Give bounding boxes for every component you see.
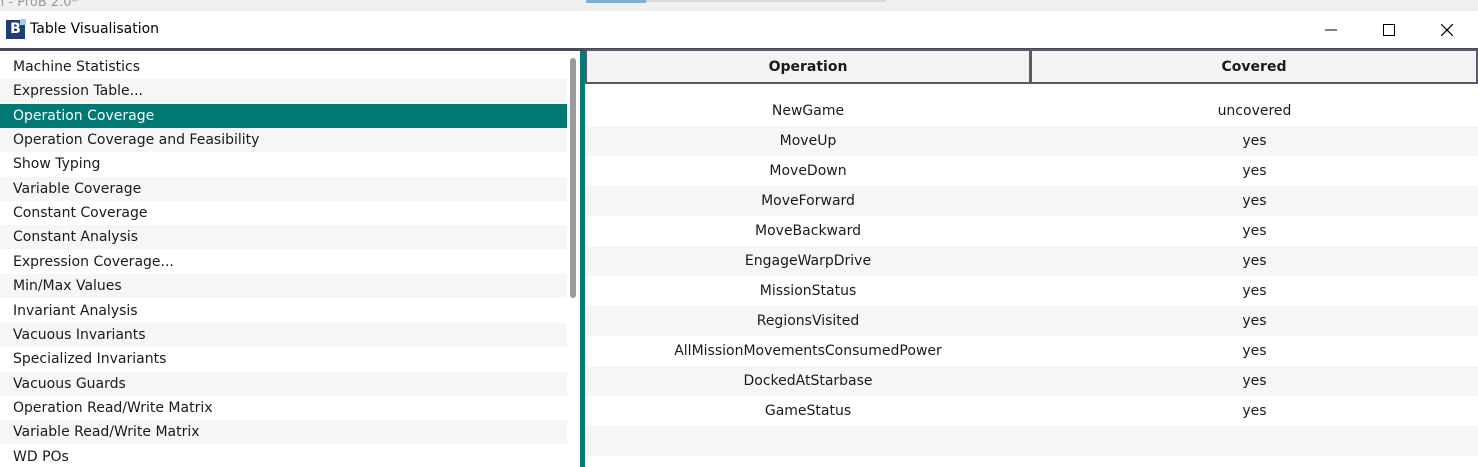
cell-operation: MoveBackward <box>755 223 861 239</box>
table-row[interactable]: MoveBackward yes <box>585 216 1478 246</box>
table-row[interactable]: EngageWarpDrive yes <box>585 246 1478 276</box>
table-row[interactable]: RegionsVisited yes <box>585 306 1478 336</box>
sidebar-item[interactable]: Variable Coverage <box>0 176 567 201</box>
background-tab-bar <box>646 0 886 2</box>
sidebar-item[interactable]: Vacuous Guards <box>0 371 567 396</box>
table-row[interactable]: MoveDown yes <box>585 156 1478 186</box>
cell-operation: DockedAtStarbase <box>743 373 873 389</box>
list-scrollbar[interactable] <box>567 51 580 467</box>
result-table: Operation Covered NewGame uncovered MoveUp… <box>585 49 1478 467</box>
cell-covered: yes <box>1242 403 1267 419</box>
sidebar-item[interactable]: Machine Statistics <box>0 55 567 79</box>
sidebar-item[interactable]: Variable Read/Write Matrix <box>0 420 567 445</box>
sidebar-item[interactable]: Specialized Invariants <box>0 347 567 371</box>
background-window-strip: n - ProB 2.0* <box>0 0 1478 11</box>
sidebar-item[interactable]: Operation Coverage and Feasibility <box>0 128 567 153</box>
cell-covered: yes <box>1242 373 1267 389</box>
column-header-covered[interactable]: Covered <box>1030 49 1478 84</box>
table-row[interactable]: NewGame uncovered <box>585 96 1478 126</box>
sidebar-item[interactable]: Show Typing <box>0 152 567 176</box>
cell-covered: yes <box>1242 133 1267 149</box>
cell-operation: NewGame <box>771 103 845 119</box>
title-bar[interactable]: B Table Visualisation <box>0 11 1478 48</box>
cell-covered: yes <box>1242 313 1267 329</box>
cell-operation: MissionStatus <box>759 283 857 299</box>
background-window-title: n - ProB 2.0* <box>0 0 79 10</box>
background-tab <box>586 0 646 3</box>
sidebar-item[interactable]: WD POs <box>0 445 567 467</box>
sidebar-item[interactable]: Operation Read/Write Matrix <box>0 396 567 420</box>
cell-operation: MoveForward <box>761 193 855 209</box>
table-row-empty <box>585 426 1478 456</box>
sidebar-item[interactable]: Constant Coverage <box>0 201 567 225</box>
table-row[interactable]: MoveForward yes <box>585 186 1478 216</box>
table-row[interactable]: MoveUp yes <box>585 126 1478 156</box>
table-row[interactable]: MissionStatus yes <box>585 276 1478 306</box>
prob-app-icon: B <box>6 19 26 39</box>
table-row[interactable]: AllMissionMovementsConsumedPower yes <box>585 336 1478 366</box>
minimize-icon <box>1325 29 1337 30</box>
cell-covered: yes <box>1242 163 1267 179</box>
table-visualisation-window: B Table Visualisation Machine Statistics… <box>0 11 1478 467</box>
maximize-button[interactable] <box>1360 11 1418 48</box>
sidebar-item[interactable]: Min/Max Values <box>0 274 567 299</box>
cell-operation: RegionsVisited <box>756 313 860 329</box>
cell-covered: yes <box>1242 193 1267 209</box>
sidebar-item[interactable]: Expression Coverage... <box>0 250 567 274</box>
sidebar-item[interactable]: Operation Coverage <box>0 103 567 128</box>
scrollbar-thumb[interactable] <box>570 58 576 298</box>
cell-covered: yes <box>1242 343 1267 359</box>
visualisation-list: Machine Statistics Expression Table... Ope… <box>0 51 580 467</box>
cell-covered: uncovered <box>1217 103 1292 119</box>
sidebar-item[interactable]: Expression Table... <box>0 79 567 104</box>
cell-covered: yes <box>1242 253 1267 269</box>
sidebar-item[interactable]: Constant Analysis <box>0 225 567 250</box>
table-row[interactable]: DockedAtStarbase yes <box>585 366 1478 396</box>
window-title: Table Visualisation <box>30 21 160 37</box>
minimize-button[interactable] <box>1302 11 1360 48</box>
cell-operation: AllMissionMovementsConsumedPower <box>674 343 942 359</box>
cell-operation: MoveUp <box>779 133 837 149</box>
table-row[interactable]: GameStatus yes <box>585 396 1478 426</box>
cell-covered: yes <box>1242 223 1267 239</box>
cell-operation: EngageWarpDrive <box>744 253 872 269</box>
sidebar-item[interactable]: Vacuous Invariants <box>0 322 567 347</box>
maximize-icon <box>1383 23 1395 36</box>
close-icon <box>1441 23 1453 36</box>
sidebar-item[interactable]: Invariant Analysis <box>0 299 567 323</box>
cell-operation: MoveDown <box>769 163 847 179</box>
column-header-operation[interactable]: Operation <box>585 49 1031 84</box>
cell-operation: GameStatus <box>764 403 852 419</box>
close-button[interactable] <box>1418 11 1476 48</box>
cell-covered: yes <box>1242 283 1267 299</box>
